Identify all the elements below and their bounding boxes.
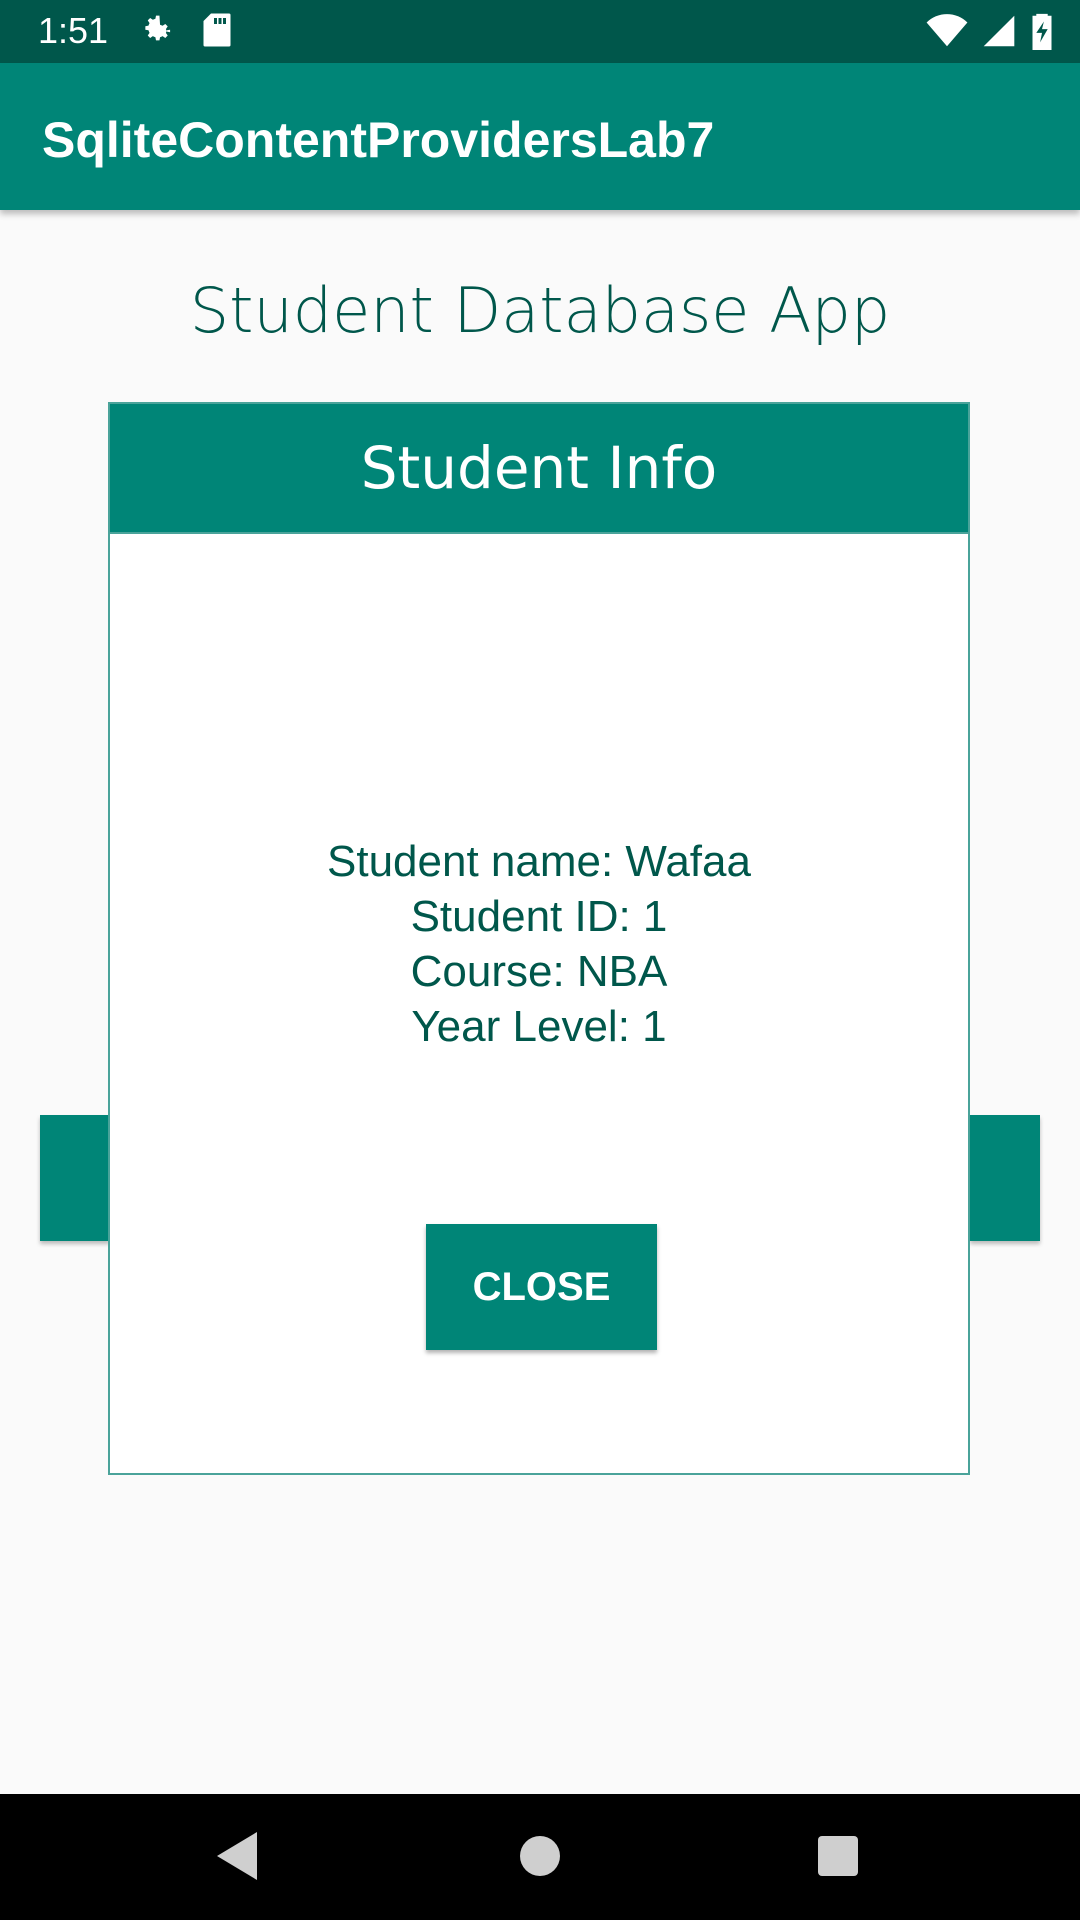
status-time: 1:51 bbox=[38, 10, 109, 51]
course-line: Course: NBA bbox=[410, 947, 668, 996]
back-icon[interactable] bbox=[215, 1830, 259, 1887]
wifi-icon bbox=[926, 14, 968, 53]
student-info-dialog: Student Info Student name: Wafaa Student… bbox=[108, 402, 970, 1475]
sd-card-icon bbox=[202, 12, 232, 53]
status-bar: 1:51 bbox=[0, 0, 1080, 63]
year-level-line: Year Level: 1 bbox=[411, 1002, 667, 1051]
cell-signal-icon bbox=[982, 14, 1016, 53]
close-button[interactable]: CLOSE bbox=[426, 1224, 657, 1350]
dialog-title: Student Info bbox=[360, 434, 718, 502]
student-info-text: Student name: Wafaa Student ID: 1 Course… bbox=[110, 834, 968, 1054]
battery-charging-icon bbox=[1030, 12, 1054, 55]
recents-icon[interactable] bbox=[818, 1836, 858, 1881]
app-bar: SqliteContentProvidersLab7 bbox=[0, 63, 1080, 210]
dialog-header: Student Info bbox=[110, 404, 968, 534]
student-id-line: Student ID: 1 bbox=[410, 892, 668, 941]
app-title: SqliteContentProvidersLab7 bbox=[42, 112, 715, 168]
background-button-right bbox=[970, 1115, 1040, 1241]
page-heading: Student Database App bbox=[189, 274, 891, 347]
student-name-line: Student name: Wafaa bbox=[327, 837, 751, 886]
navigation-bar bbox=[0, 1794, 1080, 1920]
background-button-left bbox=[40, 1115, 110, 1241]
gear-icon bbox=[138, 12, 174, 53]
home-icon[interactable] bbox=[520, 1836, 560, 1881]
